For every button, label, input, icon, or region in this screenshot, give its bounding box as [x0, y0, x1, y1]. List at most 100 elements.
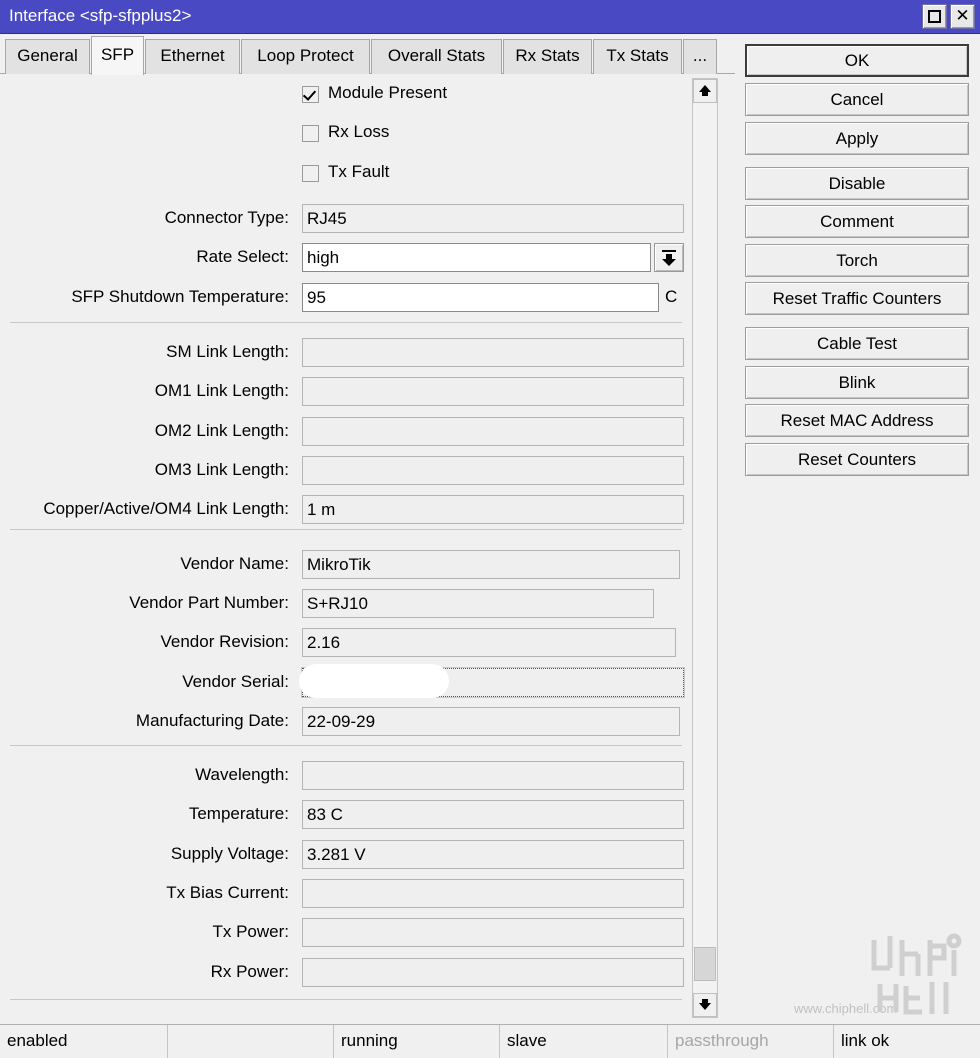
chiphell-logo-icon [871, 933, 962, 1015]
scroll-up-button[interactable] [693, 79, 717, 103]
field-input-vendor-name: MikroTik [302, 550, 680, 579]
checkbox-module-present[interactable] [302, 86, 319, 103]
scrollbar-thumb[interactable] [694, 947, 716, 981]
close-button[interactable]: ✕ [950, 4, 975, 29]
tab-rx-stats[interactable]: Rx Stats [503, 39, 592, 74]
maximize-button[interactable] [922, 4, 947, 29]
ok-button[interactable]: OK [745, 44, 969, 77]
checkbox-label: Rx Loss [328, 122, 390, 141]
field-label-tx-bias-current: Tx Bias Current: [0, 883, 289, 905]
field-input-om2-link-length [302, 417, 684, 446]
reset-counters-button[interactable]: Reset Counters [745, 443, 969, 476]
close-icon: ✕ [955, 6, 970, 26]
label-text: Vendor Name: [180, 554, 289, 573]
sfp-form-panel: Module Present Rx Loss Tx Fault Connector T… [0, 74, 735, 1022]
label-text: SM Link Length: [166, 342, 289, 361]
checkbox-rx-loss[interactable] [302, 125, 319, 142]
field-label-manufacturing-date: Manufacturing Date: [0, 711, 289, 733]
label-text: Vendor Revision: [160, 632, 289, 651]
status-cell: passthrough [668, 1025, 834, 1058]
field-label-tx-power: Tx Power: [0, 922, 289, 944]
label-text: Supply Voltage: [170, 844, 289, 863]
field-input-tx-power [302, 918, 684, 947]
reset-mac-address-button[interactable]: Reset MAC Address [745, 404, 969, 437]
tab-loop-protect[interactable]: Loop Protect [241, 39, 370, 74]
label-text: OM1 Link Length: [154, 381, 289, 400]
checkbox-tx-fault[interactable] [302, 165, 319, 182]
status-cell: slave [500, 1025, 668, 1058]
label-text: Vendor Serial: [182, 672, 289, 691]
tab-[interactable]: ... [683, 39, 717, 74]
label-text: Wavelength: [195, 765, 289, 784]
field-label-sfp-shutdown-temperature: SFP Shutdown Temperature: [0, 287, 289, 309]
label-text: Manufacturing Date: [135, 711, 289, 730]
field-input-wavelength [302, 761, 684, 790]
field-input-supply-voltage: 3.281 V [302, 840, 684, 869]
tab-ethernet[interactable]: Ethernet [145, 39, 240, 74]
status-cell: running [334, 1025, 500, 1058]
field-label-rate-select: Rate Select: [0, 247, 289, 269]
disable-button[interactable]: Disable [745, 167, 969, 200]
field-input-tx-bias-current [302, 879, 684, 908]
form-vertical-scrollbar[interactable] [692, 78, 718, 1018]
field-label-sm-link-length: SM Link Length: [0, 342, 289, 364]
reset-traffic-counters-button[interactable]: Reset Traffic Counters [745, 282, 969, 315]
field-input-rate-select[interactable]: high [302, 243, 651, 272]
label-text: Connector Type: [164, 208, 289, 227]
label-text: Temperature: [188, 804, 289, 823]
torch-button[interactable]: Torch [745, 244, 969, 277]
interface-sfp-dialog: Interface <sfp-sfpplus2> ✕ General SFP Eth… [0, 0, 980, 1058]
section-separator [10, 529, 682, 530]
status-cell [168, 1025, 334, 1058]
tab-general[interactable]: General [5, 39, 90, 74]
scroll-up-arrow-icon [699, 85, 711, 97]
tab-sfp[interactable]: SFP [91, 36, 144, 75]
field-label-connector-type: Connector Type: [0, 208, 289, 230]
label-text: Tx Bias Current: [166, 883, 289, 902]
field-input-vendor-part-number: S+RJ10 [302, 589, 654, 618]
checkbox-label: Module Present [328, 83, 448, 102]
field-label-supply-voltage: Supply Voltage: [0, 844, 289, 866]
field-label-om1-link-length: OM1 Link Length: [0, 381, 289, 403]
label-text: Vendor Part Number: [129, 593, 289, 612]
field-input-sm-link-length [302, 338, 684, 367]
label-text: Tx Power: [212, 922, 289, 941]
tab-overall-stats[interactable]: Overall Stats [371, 39, 502, 74]
field-input-connector-type: RJ45 [302, 204, 684, 233]
section-separator [10, 322, 682, 323]
section-separator [10, 745, 682, 746]
checkbox-label: Tx Fault [328, 162, 390, 181]
field-input-om1-link-length [302, 377, 684, 406]
cable-test-button[interactable]: Cable Test [745, 327, 969, 360]
field-input-rx-power [302, 958, 684, 987]
field-input-temperature: 83 C [302, 800, 684, 829]
window-titlebar: Interface <sfp-sfpplus2> ✕ [0, 0, 980, 34]
blink-button[interactable]: Blink [745, 366, 969, 399]
field-label-copper-active-om4-link-length: Copper/Active/OM4 Link Length: [0, 499, 289, 521]
label-text: SFP Shutdown Temperature: [71, 287, 289, 306]
status-cell: link ok [841, 1031, 890, 1050]
field-input-sfp-shutdown-temperature[interactable]: 95 [302, 283, 659, 312]
apply-button[interactable]: Apply [745, 122, 969, 155]
field-label-wavelength: Wavelength: [0, 765, 289, 787]
tab-tx-stats[interactable]: Tx Stats [593, 39, 682, 74]
scroll-down-button[interactable] [693, 993, 717, 1017]
status-cell: enabled [0, 1025, 168, 1058]
dropdown-bar-icon [662, 250, 676, 252]
cancel-button[interactable]: Cancel [745, 83, 969, 116]
field-input-copper-active-om4-link-length: 1 m [302, 495, 684, 524]
field-label-vendor-revision: Vendor Revision: [0, 632, 289, 654]
field-label-om2-link-length: OM2 Link Length: [0, 421, 289, 443]
field-label-vendor-part-number: Vendor Part Number: [0, 593, 289, 615]
field-label-vendor-serial: Vendor Serial: [0, 672, 289, 694]
comment-button[interactable]: Comment [745, 205, 969, 238]
field-label-vendor-name: Vendor Name: [0, 554, 289, 576]
field-input-vendor-revision: 2.16 [302, 628, 676, 657]
scroll-down-arrow-icon [699, 999, 711, 1011]
tab-strip: General SFP Ethernet Loop Protect Overall St… [0, 34, 735, 75]
maximize-icon [928, 10, 941, 23]
dropdown-button-rate-select[interactable] [654, 243, 684, 272]
field-label-temperature: Temperature: [0, 804, 289, 826]
unit-suffix-sfp-shutdown-temperature: C [665, 287, 678, 306]
field-input-om3-link-length [302, 456, 684, 485]
